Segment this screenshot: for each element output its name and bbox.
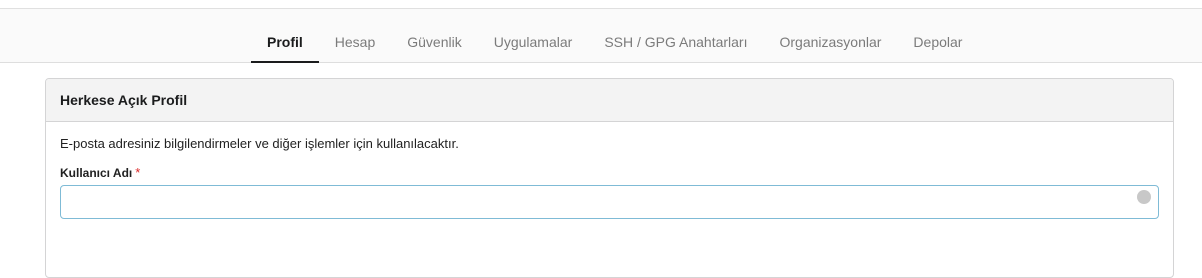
tab-organizations[interactable]: Organizasyonlar	[763, 29, 897, 63]
username-label-text: Kullanıcı Adı	[60, 166, 133, 180]
panel-title: Herkese Açık Profil	[46, 79, 1173, 122]
required-mark: *	[135, 165, 141, 180]
username-input[interactable]	[60, 185, 1159, 219]
clear-icon[interactable]	[1137, 190, 1151, 204]
tab-profile[interactable]: Profil	[251, 29, 319, 63]
tab-ssh-gpg-keys[interactable]: SSH / GPG Anahtarları	[588, 29, 763, 63]
public-profile-panel: Herkese Açık Profil E-posta adresiniz bi…	[45, 78, 1174, 278]
tab-applications[interactable]: Uygulamalar	[478, 29, 589, 63]
top-strip	[0, 0, 1202, 9]
tab-account[interactable]: Hesap	[319, 29, 391, 63]
email-help-text: E-posta adresiniz bilgilendirmeler ve di…	[60, 136, 459, 151]
settings-tabs: Profil Hesap Güvenlik Uygulamalar SSH / …	[251, 29, 978, 63]
settings-tab-bar: Profil Hesap Güvenlik Uygulamalar SSH / …	[0, 9, 1202, 63]
tab-security[interactable]: Güvenlik	[391, 29, 477, 63]
username-label: Kullanıcı Adı *	[60, 165, 1159, 185]
username-input-wrap	[60, 185, 1159, 219]
panel-body: E-posta adresiniz bilgilendirmeler ve di…	[46, 122, 1173, 219]
tab-repositories[interactable]: Depolar	[897, 29, 978, 63]
